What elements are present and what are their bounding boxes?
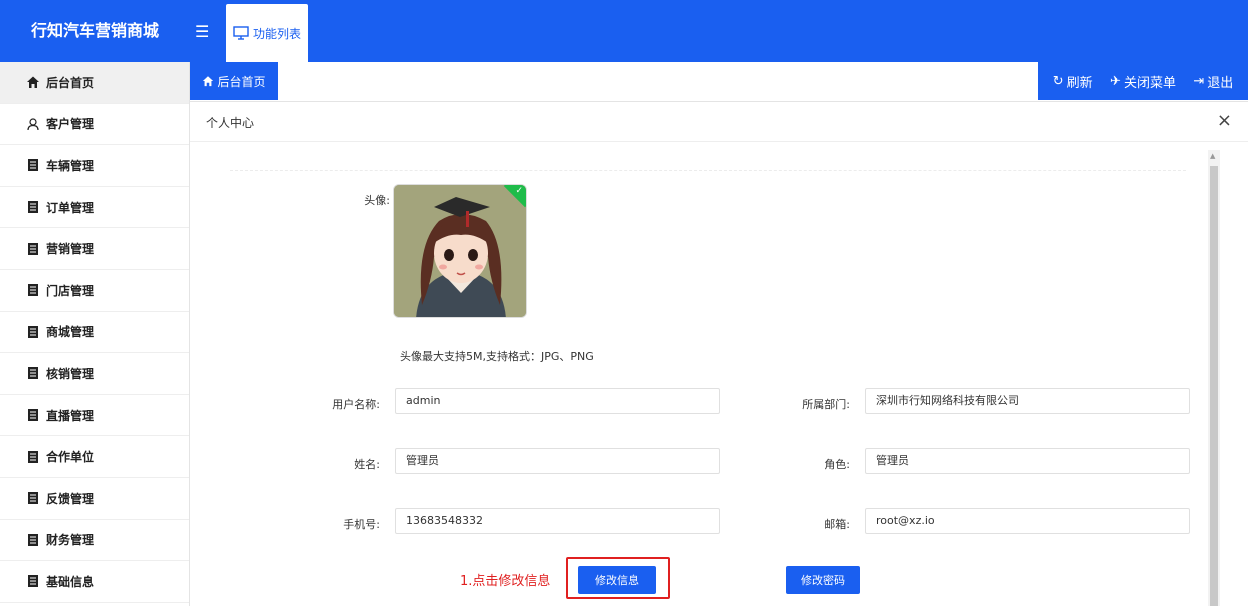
avatar-illustration	[394, 185, 526, 317]
menu-toggle-icon[interactable]: ☰	[195, 22, 209, 41]
sidebar-item-marketing[interactable]: 营销管理	[0, 228, 189, 270]
sidebar: 后台首页 客户管理 车辆管理 订单管理 营销管理 门店管理 商城管理 核销管理 …	[0, 62, 190, 606]
refresh-button[interactable]: ↻ 刷新	[1053, 72, 1093, 91]
sidebar-item-feedback[interactable]: 反馈管理	[0, 478, 189, 520]
sidebar-item-stores[interactable]: 门店管理	[0, 270, 189, 312]
brand-title: 行知汽车营销商城	[30, 21, 159, 40]
scrollbar[interactable]: ▲	[1208, 150, 1220, 606]
phone-field[interactable]: 13683548332	[395, 508, 720, 534]
sidebar-item-vehicles[interactable]: 车辆管理	[0, 145, 189, 187]
scroll-up-icon[interactable]: ▲	[1210, 152, 1215, 160]
monitor-icon	[233, 26, 249, 40]
close-menu-button[interactable]: ✈ 关闭菜单	[1110, 72, 1176, 91]
user-icon	[26, 117, 40, 131]
edit-info-button[interactable]: 修改信息	[578, 566, 656, 594]
doc-icon	[26, 325, 40, 339]
home-icon	[26, 75, 40, 89]
sidebar-item-live[interactable]: 直播管理	[0, 395, 189, 437]
edit-password-button[interactable]: 修改密码	[786, 566, 860, 594]
doc-icon	[26, 158, 40, 172]
scrollbar-thumb[interactable]	[1210, 166, 1218, 606]
username-field[interactable]: admin	[395, 388, 720, 414]
department-label: 所属部门:	[802, 398, 850, 411]
doc-icon	[26, 242, 40, 256]
tab-actions: ↻ 刷新 ✈ 关闭菜单 ⇥ 退出	[1038, 62, 1248, 100]
doc-icon	[26, 408, 40, 422]
sidebar-item-home[interactable]: 后台首页	[0, 62, 189, 104]
panel-title: 个人中心	[206, 116, 255, 130]
doc-icon	[26, 491, 40, 505]
check-icon: ✓	[515, 186, 523, 196]
sidebar-item-orders[interactable]: 订单管理	[0, 187, 189, 229]
doc-icon	[26, 533, 40, 547]
email-label: 邮箱:	[824, 518, 850, 531]
sidebar-item-partners[interactable]: 合作单位	[0, 436, 189, 478]
sidebar-item-basic-info[interactable]: 基础信息	[0, 561, 189, 603]
panel-header: 个人中心 ×	[190, 102, 1248, 142]
refresh-icon: ↻	[1052, 73, 1064, 89]
home-icon	[203, 76, 214, 87]
tab-bar: 后台首页 ↻ 刷新 ✈ 关闭菜单 ⇥ 退出	[190, 62, 1248, 102]
doc-icon	[26, 366, 40, 380]
top-bar: 行知汽车营销商城 ☰ 功能列表	[0, 0, 1248, 62]
doc-icon	[26, 450, 40, 464]
doc-icon	[26, 200, 40, 214]
role-field[interactable]: 管理员	[865, 448, 1190, 474]
sidebar-item-finance[interactable]: 财务管理	[0, 520, 189, 562]
username-label: 用户名称:	[332, 398, 380, 411]
department-field[interactable]: 深圳市行知网络科技有限公司	[865, 388, 1190, 414]
annotation-text: 1.点击修改信息	[460, 574, 551, 589]
sidebar-item-customers[interactable]: 客户管理	[0, 104, 189, 146]
avatar[interactable]: ✓	[393, 184, 527, 318]
divider	[230, 170, 1186, 171]
phone-label: 手机号:	[343, 518, 380, 531]
avatar-hint: 头像最大支持5M,支持格式：JPG、PNG	[400, 350, 594, 363]
sidebar-item-mall[interactable]: 商城管理	[0, 312, 189, 354]
function-list-label: 功能列表	[252, 26, 301, 41]
doc-icon	[26, 283, 40, 297]
tab-home[interactable]: 后台首页	[190, 62, 278, 100]
profile-content: 头像: ✓ 头像最大支持5M,支持格式：JPG、PNG 用户名称: admin …	[190, 142, 1248, 606]
logout-button[interactable]: ⇥ 退出	[1193, 72, 1233, 91]
doc-icon	[26, 574, 40, 588]
role-label: 角色:	[824, 458, 850, 471]
sidebar-item-verification[interactable]: 核销管理	[0, 353, 189, 395]
avatar-label: 头像:	[364, 194, 390, 207]
email-field[interactable]: root@xz.io	[865, 508, 1190, 534]
close-icon[interactable]: ×	[1217, 110, 1232, 131]
logout-icon: ⇥	[1193, 73, 1205, 89]
name-field[interactable]: 管理员	[395, 448, 720, 474]
send-icon: ✈	[1110, 73, 1121, 89]
function-list-tab[interactable]: 功能列表	[226, 4, 308, 62]
name-label: 姓名:	[354, 458, 380, 471]
